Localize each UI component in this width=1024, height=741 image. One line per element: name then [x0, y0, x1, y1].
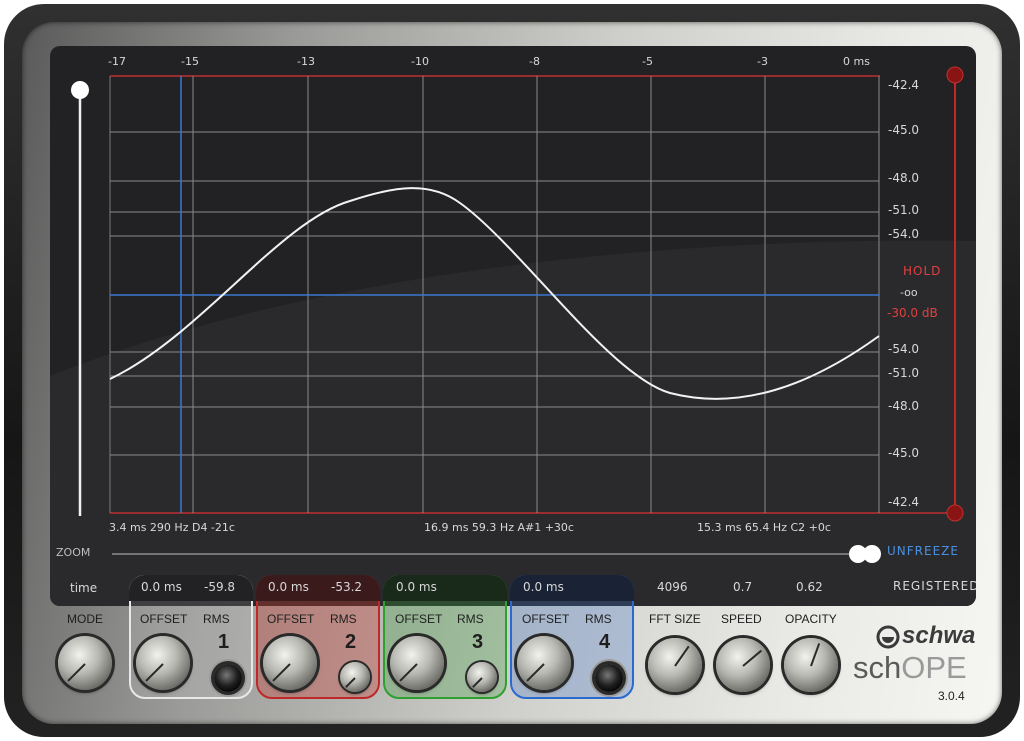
- channel-4-number: 4: [599, 631, 611, 653]
- ch2-rms-label: RMS: [330, 612, 357, 626]
- ch2-rms-knob[interactable]: [340, 662, 370, 692]
- hold-value: -oo: [900, 286, 918, 299]
- fft-size-value: 4096: [657, 580, 688, 594]
- channel-3-number: 3: [472, 631, 484, 653]
- ch1-offset-label: OFFSET: [140, 612, 188, 626]
- ch1-rms-value: -59.8: [204, 580, 236, 594]
- ch1-rms-label: RMS: [203, 612, 230, 626]
- ch3-offset-label: OFFSET: [395, 612, 443, 626]
- knob-pointer: [345, 677, 356, 688]
- db-tick: -45.0: [888, 446, 920, 460]
- ch2-offset-knob[interactable]: [263, 636, 317, 690]
- zoom-handle-right[interactable]: [863, 545, 881, 563]
- time-tick: -8: [529, 55, 540, 68]
- version-label: 3.0.4: [938, 689, 965, 703]
- amplitude-slider-handle[interactable]: [71, 81, 89, 99]
- time-tick: 0 ms: [843, 55, 870, 68]
- knob-pointer: [742, 649, 763, 667]
- knob-pointer: [526, 663, 545, 682]
- cursor-readout-left: 3.4 ms 290 Hz D4 -21c: [109, 521, 235, 534]
- mode-knob[interactable]: [58, 636, 112, 690]
- mode-value: time: [70, 581, 98, 595]
- channel-1-number: 1: [218, 631, 230, 653]
- knob-pointer: [810, 643, 821, 667]
- ch2-rms-value: -53.2: [331, 580, 363, 594]
- speed-label: SPEED: [721, 612, 762, 626]
- range-top-handle[interactable]: [946, 66, 964, 84]
- opacity-knob[interactable]: [784, 638, 838, 692]
- ch4-offset-label: OFFSET: [522, 612, 570, 626]
- cursor-readout-center: 16.9 ms 59.3 Hz A#1 +30c: [424, 521, 574, 534]
- channel-2-number: 2: [345, 631, 357, 653]
- zoom-label: ZOOM: [56, 546, 91, 559]
- registered-label: REGISTERED: [893, 579, 976, 593]
- ch3-offset-value: 0.0 ms: [396, 580, 437, 594]
- opacity-value: 0.62: [796, 580, 823, 594]
- ch4-rms-toggle[interactable]: [595, 664, 623, 692]
- db-tick: -51.0: [888, 366, 920, 380]
- knob-pointer: [472, 677, 483, 688]
- product-name-a: sch: [853, 650, 902, 685]
- ch3-offset-knob[interactable]: [390, 636, 444, 690]
- knob-pointer: [67, 663, 86, 682]
- opacity-label: OPACITY: [785, 612, 837, 626]
- ch4-rms-label: RMS: [585, 612, 612, 626]
- db-tick: -54.0: [888, 227, 920, 241]
- unfreeze-button[interactable]: UNFREEZE: [887, 544, 959, 558]
- cursor-readout-right: 15.3 ms 65.4 Hz C2 +0c: [697, 521, 831, 534]
- db-readout: -30.0 dB: [887, 306, 938, 320]
- product-logo: schOPE: [853, 650, 967, 686]
- db-tick: -42.4: [888, 78, 920, 92]
- ch4-offset-knob[interactable]: [517, 636, 571, 690]
- ch4-offset-value: 0.0 ms: [523, 580, 564, 594]
- db-tick: -42.4: [888, 495, 920, 509]
- product-name-b: OPE: [901, 650, 967, 685]
- speed-knob[interactable]: [716, 638, 770, 692]
- ch3-rms-label: RMS: [457, 612, 484, 626]
- schwa-logo: schwa: [876, 622, 976, 652]
- schwa-logo-icon: [876, 625, 900, 649]
- knob-pointer: [272, 663, 291, 682]
- ch1-offset-value: 0.0 ms: [141, 580, 182, 594]
- time-tick: -17: [108, 55, 126, 68]
- hold-button[interactable]: HOLD: [903, 264, 941, 278]
- db-tick: -54.0: [888, 342, 920, 356]
- company-name: schwa: [902, 622, 976, 649]
- knob-pointer: [674, 645, 690, 667]
- ch2-offset-value: 0.0 ms: [268, 580, 309, 594]
- time-tick: -5: [642, 55, 653, 68]
- time-tick: -15: [181, 55, 199, 68]
- time-tick: -3: [757, 55, 768, 68]
- db-tick: -48.0: [888, 171, 920, 185]
- fft-size-label: FFT SIZE: [649, 612, 701, 626]
- scope-display[interactable]: -17 -15 -13 -10 -8 -5 -3 0 ms -42.4 -45.…: [50, 46, 976, 606]
- knob-pointer: [145, 663, 164, 682]
- ch1-offset-knob[interactable]: [136, 636, 190, 690]
- speed-value: 0.7: [733, 580, 753, 594]
- ch1-rms-toggle[interactable]: [214, 664, 242, 692]
- db-tick: -48.0: [888, 399, 920, 413]
- time-tick: -10: [411, 55, 429, 68]
- knob-pointer: [399, 663, 418, 682]
- fft-size-knob[interactable]: [648, 638, 702, 692]
- ch2-offset-label: OFFSET: [267, 612, 315, 626]
- ch3-rms-knob[interactable]: [467, 662, 497, 692]
- db-tick: -45.0: [888, 123, 920, 137]
- mode-label: MODE: [67, 612, 103, 626]
- range-bottom-handle[interactable]: [946, 504, 964, 522]
- db-tick: -51.0: [888, 203, 920, 217]
- time-tick: -13: [297, 55, 315, 68]
